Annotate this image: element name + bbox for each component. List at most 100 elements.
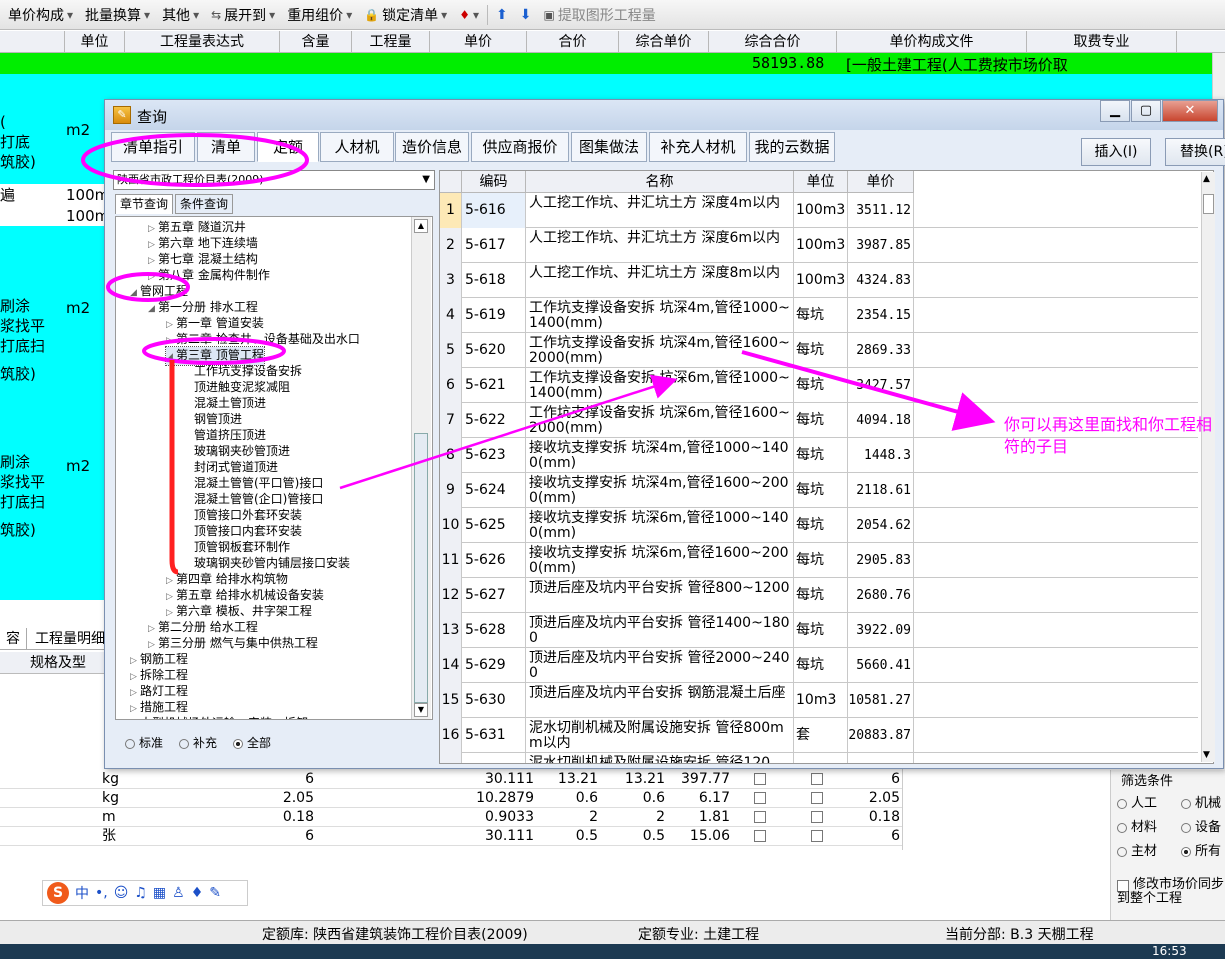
grid-cell-name[interactable]: 泥水切削机械及附属设施安拆 管径800mm以内 (526, 718, 794, 753)
grid-cell-unit[interactable]: 每坑 (794, 438, 848, 473)
tree-node[interactable]: 顶管接口内套环安装 (184, 523, 302, 539)
grid-row[interactable]: 2 5-617 人工挖工作坑、井汇坑土方 深度6m以内 100m3 3987.85 (440, 228, 1198, 263)
grid-cell-name[interactable]: 接收坑支撑安拆 坑深4m,管径1000~1400(mm) (526, 438, 794, 473)
row-number[interactable]: 7 (440, 403, 462, 438)
tab-8[interactable]: 我的云数据 (749, 132, 835, 162)
grid-cell-unit[interactable]: 每坑 (794, 613, 848, 648)
grid-cell-name[interactable]: 工作坑支撑设备安拆 坑深4m,管径1600~2000(mm) (526, 333, 794, 368)
row-number[interactable]: 16 (440, 718, 462, 753)
tree-expander-icon[interactable]: ◢ (166, 349, 176, 365)
grid-cell-code[interactable]: 5-618 (462, 263, 526, 298)
grid-cell-price[interactable]: 20883.87 (848, 718, 914, 753)
tab-6[interactable]: 图集做法 (571, 132, 647, 162)
grid-cell-price[interactable]: 19596.6 (848, 753, 914, 763)
row-number[interactable]: 14 (440, 648, 462, 683)
scope-radio[interactable]: 标准 (125, 734, 163, 751)
tree-node[interactable]: 顶进触变泥浆减阻 (184, 379, 290, 395)
row-number[interactable]: 9 (440, 473, 462, 508)
grid-cell-name[interactable]: 顶进后座及坑内平台安拆 管径2000~2400 (526, 648, 794, 683)
grid-cell-name[interactable]: 工作坑支撑设备安拆 坑深6m,管径1000~1400(mm) (526, 368, 794, 403)
row-number[interactable]: 4 (440, 298, 462, 333)
grid-cell-price[interactable]: 10581.27 (848, 683, 914, 718)
grid-row[interactable]: 12 5-627 顶进后座及坑内平台安拆 管径800~1200 每坑 2680.76 (440, 578, 1198, 613)
grid-cell-code[interactable]: 5-626 (462, 543, 526, 578)
grid-cell-price[interactable]: 1448.3 (848, 438, 914, 473)
tree-expander-icon[interactable]: ◢ (130, 285, 140, 301)
radio-button[interactable] (1181, 798, 1191, 809)
tree-node[interactable]: 钢管顶进 (184, 411, 242, 427)
grid-cell-price[interactable]: 2354.15 (848, 298, 914, 333)
filter-option[interactable]: 材料 (1117, 816, 1157, 835)
tree-node[interactable]: 管道挤压顶进 (184, 427, 266, 443)
row-number[interactable]: 6 (440, 368, 462, 403)
scope-radio[interactable]: 全部 (233, 734, 271, 751)
grid-cell-name[interactable]: 接收坑支撑安拆 坑深6m,管径1000~1400(mm) (526, 508, 794, 543)
header-col-9[interactable]: 取费专业 (1027, 31, 1177, 52)
tree-expander-icon[interactable]: ▷ (130, 717, 140, 719)
wrench-icon[interactable]: ✎ (209, 885, 221, 901)
header-col-0[interactable]: 单位 (65, 31, 125, 52)
grid-cell-name[interactable]: 顶进后座及坑内平台安拆 管径800~1200 (526, 578, 794, 613)
tree-node[interactable]: 工作坑支撑设备安拆 (184, 363, 302, 379)
close-button[interactable]: ✕ (1162, 100, 1218, 122)
grid-cell-name[interactable]: 工作坑支撑设备安拆 坑深6m,管径1600~2000(mm) (526, 403, 794, 438)
grid-cell-unit[interactable]: 每坑 (794, 298, 848, 333)
grid-cell-price[interactable]: 4094.18 (848, 403, 914, 438)
toolbar-item-1[interactable]: 批量换算 ▾ (79, 0, 156, 30)
header-col-6[interactable]: 综合单价 (619, 31, 709, 52)
grid-cell-price[interactable]: 2054.62 (848, 508, 914, 543)
radio-button[interactable] (179, 738, 190, 749)
tree-node[interactable]: 混凝土管管(平口管)接口 (184, 475, 323, 491)
dialog-titlebar[interactable]: ✎ 查询 ▁ ▢ ✕ (105, 100, 1223, 130)
tree-expander-icon[interactable]: ◢ (148, 301, 158, 317)
grid-scrollbar[interactable]: ▲ ▼ (1201, 172, 1215, 762)
bottom-row[interactable]: kg 6 30.111 13.21 13.21 397.77 6 (0, 770, 902, 789)
filter-option[interactable]: 设备 (1181, 816, 1221, 835)
grid-cell-code[interactable]: 5-623 (462, 438, 526, 473)
row-checkbox[interactable] (811, 830, 823, 842)
grid-cell-unit[interactable]: 每坑 (794, 403, 848, 438)
grid-row[interactable]: 1 5-616 人工挖工作坑、井汇坑土方 深度4m以内 100m3 3511.12 (440, 193, 1198, 228)
grid-cell-code[interactable]: 5-617 (462, 228, 526, 263)
tab-3[interactable]: 人材机 (320, 132, 394, 162)
user-icon[interactable]: ♙ (172, 885, 185, 901)
row-number[interactable]: 3 (440, 263, 462, 298)
keyboard-icon[interactable]: ▦ (153, 885, 166, 901)
row-checkbox[interactable] (811, 792, 823, 804)
bottom-tab-quantity-detail[interactable]: 工程量明细 (27, 628, 113, 649)
grid-cell-code[interactable]: 5-622 (462, 403, 526, 438)
tab-7[interactable]: 补充人材机 (649, 132, 747, 162)
row-number[interactable]: 12 (440, 578, 462, 613)
row-checkbox[interactable] (754, 830, 766, 842)
subtab-chapter[interactable]: 章节查询 (115, 194, 174, 214)
grid-cell-name[interactable]: 接收坑支撑安拆 坑深6m,管径1600~2000(mm) (526, 543, 794, 578)
header-col-5[interactable]: 合价 (527, 31, 619, 52)
bottom-tab-content[interactable]: 容 (0, 628, 27, 649)
header-col-2[interactable]: 含量 (280, 31, 352, 52)
grid-row[interactable]: 16 5-631 泥水切削机械及附属设施安拆 管径800mm以内套 20883.87 (440, 718, 1198, 753)
row-number[interactable]: 8 (440, 438, 462, 473)
row-checkbox[interactable] (754, 792, 766, 804)
tab-5[interactable]: 供应商报价 (471, 132, 569, 162)
emoji-icon[interactable]: ☺ (114, 885, 129, 901)
grid-cell-price[interactable]: 4324.83 (848, 263, 914, 298)
chevron-down-icon[interactable]: ▼ (422, 171, 430, 189)
grid-cell-unit[interactable]: 10m3 (794, 683, 848, 718)
grid-row[interactable]: 6 5-621 工作坑支撑设备安拆 坑深6m,管径1000~1400(mm) 每坑 34… (440, 368, 1198, 403)
grid-cell-unit[interactable]: 100m3 (794, 263, 848, 298)
grid-row[interactable]: 14 5-629 顶进后座及坑内平台安拆 管径2000~2400 每坑 5660.41 (440, 648, 1198, 683)
tab-0[interactable]: 清单指引 (111, 132, 195, 162)
radio-button[interactable] (1181, 846, 1191, 857)
row-checkbox[interactable] (811, 773, 823, 785)
grid-cell-price[interactable]: 2905.83 (848, 543, 914, 578)
grid-row[interactable]: 11 5-626 接收坑支撑安拆 坑深6m,管径1600~2000(mm) 每坑 290… (440, 543, 1198, 578)
grid-row[interactable]: 10 5-625 接收坑支撑安拆 坑深6m,管径1000~1400(mm) 每坑 205… (440, 508, 1198, 543)
radio-button[interactable] (233, 738, 244, 749)
grid-row[interactable]: 13 5-628 顶进后座及坑内平台安拆 管径1400~1800 每坑 3922.09 (440, 613, 1198, 648)
grid-cell-price[interactable]: 2869.33 (848, 333, 914, 368)
grid-cell-code[interactable]: 5-621 (462, 368, 526, 403)
grid-cell-unit[interactable]: 套 (794, 718, 848, 753)
grid-cell-name[interactable]: 人工挖工作坑、井汇坑土方 深度4m以内 (526, 193, 794, 228)
grid-cell-unit[interactable]: 每坑 (794, 543, 848, 578)
toolbar-item-0[interactable]: 单价构成 ▾ (2, 0, 79, 30)
